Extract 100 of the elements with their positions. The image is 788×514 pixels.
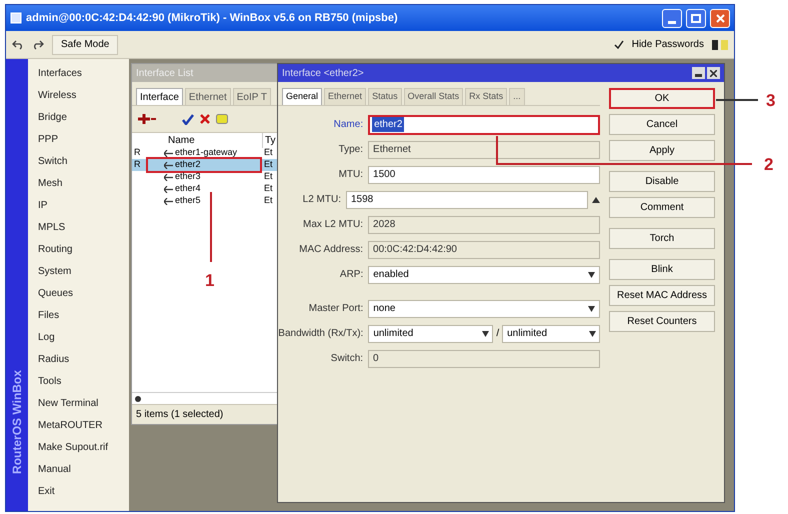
note-icon[interactable] (216, 114, 228, 124)
table-row[interactable]: ether4 Et (132, 183, 282, 195)
sidebar-item[interactable]: Mesh (28, 172, 129, 194)
tab[interactable]: Interface (136, 88, 183, 105)
dialog-button[interactable]: Blink (609, 259, 715, 280)
field-label: Max L2 MTU: (302, 218, 364, 232)
table-row[interactable]: ether3 Et (132, 171, 282, 183)
brand-text: RouterOS WinBox (9, 369, 25, 476)
field-label: Type: (338, 143, 364, 157)
redo-icon[interactable] (32, 40, 44, 50)
sidebar-item[interactable]: New Terminal (28, 392, 129, 414)
scrollbar-icon[interactable] (135, 396, 141, 402)
window-title: admin@00:0C:42:D4:42:90 (MikroTik) - WinBox v5.6 on RB750 (mipsbe) (26, 10, 399, 26)
dialog-button[interactable]: Reset MAC Address (609, 285, 715, 306)
close-button[interactable] (707, 67, 720, 79)
sidebar-item[interactable]: Switch (28, 150, 129, 172)
minimize-icon (668, 20, 676, 24)
sidebar-item[interactable]: System (28, 260, 129, 282)
sidebar-item[interactable]: Exit (28, 480, 129, 502)
dropdown-field[interactable]: none (368, 300, 600, 318)
dialog-title: Interface <ether2> (282, 66, 365, 80)
column-header[interactable]: Ty (262, 132, 276, 148)
sidebar-item[interactable]: Wireless (28, 84, 129, 106)
undo-icon[interactable] (12, 40, 24, 50)
minimize-button[interactable] (692, 67, 705, 79)
tab[interactable]: Rx Stats (465, 88, 508, 105)
collapse-arrow-icon[interactable] (592, 196, 600, 202)
interface-icon (164, 174, 173, 180)
sidebar-item[interactable]: Manual (28, 458, 129, 480)
dropdown-field[interactable]: unlimited (502, 324, 600, 342)
tab[interactable]: EoIP T (232, 88, 271, 105)
maximize-icon (691, 14, 701, 22)
checkbox-label: Hide Passwords (632, 38, 704, 52)
dialog-button[interactable]: Cancel (609, 114, 715, 135)
tab[interactable]: Ethernet (324, 88, 366, 105)
dialog-button[interactable]: Disable (609, 171, 715, 192)
table-row[interactable]: R ether1-gateway Et (132, 147, 282, 159)
tab[interactable]: Status (368, 88, 402, 105)
field-label: MAC Address: (298, 243, 364, 257)
annotation-number: 3 (766, 90, 776, 112)
close-icon (710, 70, 717, 76)
sidebar-item[interactable]: PPP (28, 128, 129, 150)
leader-line (210, 192, 212, 262)
dropdown-value: unlimited (506, 327, 548, 341)
sidebar-item[interactable]: Interfaces (28, 62, 129, 84)
field-label: Bandwidth (Rx/Tx): (278, 327, 364, 341)
dropdown-value: enabled (372, 268, 410, 282)
field-label: Switch: (330, 352, 364, 366)
interface-name: ether2 (175, 158, 201, 172)
sidebar-item[interactable]: Log (28, 326, 129, 348)
annotation-number: 1 (205, 270, 214, 292)
flag-cell-text: R (133, 158, 142, 172)
input-field[interactable]: 1500 (368, 166, 600, 184)
cross-icon[interactable] (200, 114, 210, 124)
dropdown-value: none (372, 302, 396, 316)
sidebar-item[interactable]: Queues (28, 282, 129, 304)
type-cell-text: Et (263, 146, 273, 160)
interface-icon (164, 198, 173, 204)
sidebar-item[interactable]: Radius (28, 348, 129, 370)
input-field[interactable]: 1598 (346, 190, 588, 208)
dialog-button[interactable]: Comment (609, 197, 715, 218)
dialog-button[interactable]: Reset Counters (609, 311, 715, 332)
maximize-button[interactable] (686, 8, 706, 28)
flag-cell-text: R (133, 146, 142, 160)
tab[interactable]: ... (509, 88, 525, 105)
add-icon[interactable] (138, 114, 156, 124)
readonly-field: Ethernet (368, 140, 600, 158)
field-label: Master Port: (308, 302, 364, 316)
sidebar-item[interactable]: Routing (28, 238, 129, 260)
sidebar-item[interactable]: Make Supout.rif (28, 436, 129, 458)
safe-mode-button[interactable]: Safe Mode (52, 34, 118, 54)
readonly-field: 00:0C:42:D4:42:90 (368, 240, 600, 258)
sidebar-item[interactable]: MPLS (28, 216, 129, 238)
dialog-button[interactable]: Apply (609, 140, 715, 161)
checkbox[interactable] (614, 40, 624, 50)
dialog-button[interactable]: Torch (609, 228, 715, 249)
dropdown-field[interactable]: unlimited (368, 324, 494, 342)
sidebar-item[interactable]: Bridge (28, 106, 129, 128)
sidebar-item[interactable]: Tools (28, 370, 129, 392)
status-text: 5 items (1 selected) (136, 408, 224, 422)
name-input-field[interactable]: ether2 (368, 114, 600, 134)
sidebar-item[interactable]: MetaROUTER (28, 414, 129, 436)
minimize-button[interactable] (662, 8, 682, 28)
sidebar-item[interactable]: Files (28, 304, 129, 326)
dropdown-arrow-icon (589, 330, 596, 336)
table-row[interactable]: ether5 Et (132, 195, 282, 207)
tab[interactable]: Ethernet (184, 88, 231, 105)
field-label: MTU: (338, 168, 364, 182)
app-icon (10, 12, 22, 24)
tab[interactable]: General (282, 88, 322, 105)
readonly-field: 0 (368, 350, 600, 368)
dialog-button[interactable]: OK (609, 88, 715, 109)
interface-name: ether4 (175, 182, 201, 196)
check-icon[interactable] (182, 114, 194, 124)
tab[interactable]: Overall Stats (404, 88, 464, 105)
dropdown-field[interactable]: enabled (368, 266, 600, 284)
close-button[interactable] (710, 8, 730, 28)
column-header[interactable]: Name (164, 132, 262, 148)
sidebar-item[interactable]: IP (28, 194, 129, 216)
interface-name: ether5 (175, 194, 201, 208)
